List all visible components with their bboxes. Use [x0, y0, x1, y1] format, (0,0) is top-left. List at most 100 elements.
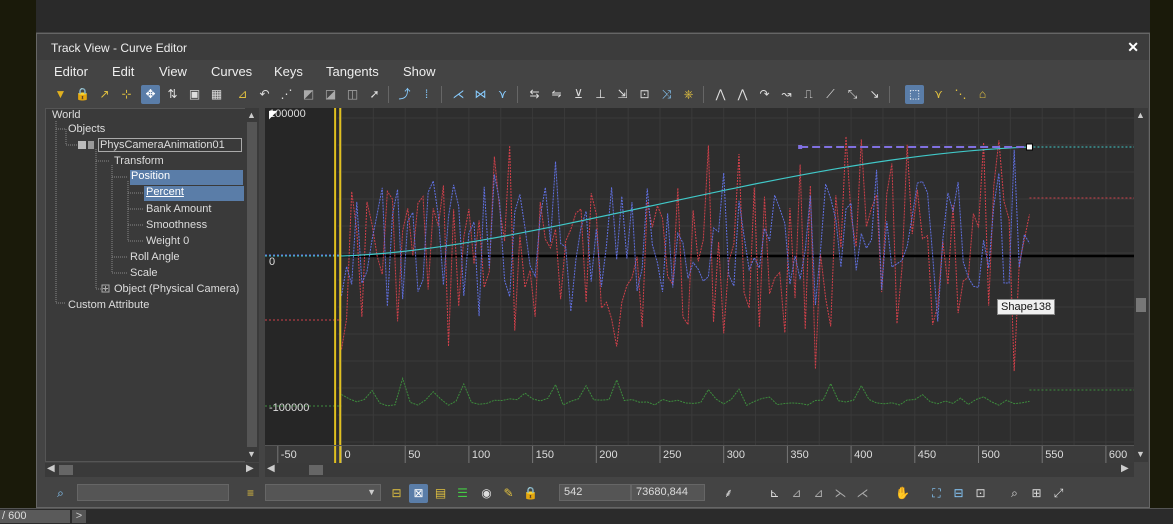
zoom-value-icon[interactable]: ⇲ — [613, 85, 632, 104]
tree-item-roll-angle[interactable]: Roll Angle — [130, 251, 180, 263]
tree-vertical-scrollbar[interactable]: ▲ ▼ — [245, 108, 259, 462]
tree-item-objects[interactable]: Objects — [68, 123, 105, 135]
zoom-time-tool-icon[interactable]: ⊿ — [809, 484, 828, 503]
lock-icon[interactable]: 🔒 — [73, 85, 92, 104]
slide-keys-icon[interactable]: ⊹ — [117, 85, 136, 104]
zoom-selected-icon[interactable]: ⌕ — [51, 484, 70, 503]
set-key-icon[interactable]: ⊟ — [387, 484, 406, 503]
tree-horizontal-scrollbar[interactable]: ◀ ▶ — [45, 463, 259, 477]
zoom-region-tool-icon[interactable]: ⊞ — [1027, 484, 1046, 503]
zoom-curve-icon[interactable]: ⊿ — [787, 484, 806, 503]
linear-tangent-icon[interactable]: ⟋ — [821, 85, 840, 104]
out-of-range-icon[interactable]: ⋎ — [493, 85, 512, 104]
scroll-thumb[interactable] — [59, 465, 73, 475]
break-tangents-icon[interactable]: ⋎ — [929, 85, 948, 104]
curve-vertical-scrollbar[interactable]: ▲ ▼ — [1134, 108, 1148, 462]
frame-all-icon[interactable]: ⛶ — [927, 484, 946, 503]
unify-tangents-icon[interactable]: ⋱ — [951, 85, 970, 104]
selection-dropdown[interactable]: ▼ — [265, 484, 381, 501]
zoom-extents-icon[interactable]: ⊻ — [569, 85, 588, 104]
zoom-region-icon[interactable]: ⊡ — [635, 85, 654, 104]
scroll-left-icon[interactable]: ◀ — [267, 463, 275, 474]
spline-tangent-icon[interactable]: ⋀ — [733, 85, 752, 104]
ease-curve-icon[interactable]: ⋌ — [449, 85, 468, 104]
track-filter-field[interactable] — [77, 484, 229, 501]
slow-tangent-icon[interactable]: ↝ — [777, 85, 796, 104]
tree-item-bank-amount[interactable]: Bank Amount — [146, 203, 211, 215]
reduce-keys-icon[interactable]: ⋰ — [277, 85, 296, 104]
tree-item-percent[interactable]: Percent — [144, 186, 244, 201]
step-tangent-icon[interactable]: ⎍ — [799, 85, 818, 104]
curve-canvas[interactable] — [265, 108, 1134, 445]
title-bar[interactable]: Track View - Curve Editor ✕ — [37, 34, 1149, 60]
normalize-icon[interactable]: ⤨ — [657, 85, 676, 104]
select-icon[interactable]: ➚ — [365, 85, 384, 104]
filter-icon[interactable]: ▼ — [51, 85, 70, 104]
scroll-up-icon[interactable]: ▲ — [247, 110, 256, 120]
region-icon[interactable]: ▣ — [185, 85, 204, 104]
show-selected-icon[interactable]: ◉ — [477, 484, 496, 503]
scroll-thumb[interactable] — [309, 465, 323, 475]
menu-show[interactable]: Show — [403, 64, 436, 79]
custom-tangent-icon[interactable]: ↘ — [865, 85, 884, 104]
lock-selection-icon[interactable]: 🔒 — [521, 484, 540, 503]
time-slider-bar[interactable] — [0, 508, 1173, 524]
key-entry-icon[interactable]: ⸙ — [719, 484, 738, 503]
pan-curve-icon[interactable]: ⊾ — [765, 484, 784, 503]
value-field[interactable]: 73680,844 — [631, 484, 705, 501]
tree-item-camera[interactable]: PhysCameraAnimation01 — [98, 138, 242, 152]
tree-item-scale[interactable]: Scale — [130, 267, 158, 279]
menu-keys[interactable]: Keys — [274, 64, 303, 79]
move-keys-icon[interactable]: ↗ — [95, 85, 114, 104]
zoom-extents-tool-icon[interactable]: ⋌ — [853, 484, 872, 503]
isolate-curve-icon[interactable]: ⤴ — [395, 85, 414, 104]
tree-item-object[interactable]: Object (Physical Camera) — [114, 283, 239, 295]
zoom-time-icon[interactable]: ⊥ — [591, 85, 610, 104]
scroll-thumb[interactable] — [247, 122, 257, 447]
zoom-icon[interactable]: ⌕ — [1005, 484, 1024, 503]
frame-field[interactable]: 542 — [559, 484, 631, 501]
scroll-left-icon[interactable]: ◀ — [47, 463, 55, 474]
fast-tangent-icon[interactable]: ↷ — [755, 85, 774, 104]
scroll-down-icon[interactable]: ▼ — [1136, 449, 1145, 459]
show-keys-icon[interactable]: ⬚ — [905, 85, 924, 104]
pan-icon[interactable]: ✋ — [893, 484, 912, 503]
fit-region-icon[interactable]: ⊡ — [971, 484, 990, 503]
menu-edit[interactable]: Edit — [112, 64, 134, 79]
smooth-tangent-icon[interactable]: ⤡ — [843, 85, 862, 104]
scale-keys-icon[interactable]: ⇅ — [163, 85, 182, 104]
tree-item-smoothness[interactable]: Smoothness — [146, 219, 207, 231]
lock-tangents-icon[interactable]: ⌂ — [973, 85, 992, 104]
scroll-down-icon[interactable]: ▼ — [247, 449, 256, 459]
frame-selection-icon[interactable]: ⊟ — [949, 484, 968, 503]
menu-curves[interactable]: Curves — [211, 64, 252, 79]
auto-key-icon[interactable]: ⊠ — [409, 484, 428, 503]
frame-vertical-icon[interactable]: ⇋ — [547, 85, 566, 104]
tree-item-weight[interactable]: Weight 0 — [146, 235, 189, 247]
show-tangents-icon[interactable]: ⁞ — [417, 85, 436, 104]
add-key-icon[interactable]: ⊿ — [233, 85, 252, 104]
zoom-all-icon[interactable]: ⤢ — [1049, 484, 1068, 503]
frame-horizontal-icon[interactable]: ⇆ — [525, 85, 544, 104]
layers-icon[interactable]: ☰ — [453, 484, 472, 503]
key-filters-icon[interactable]: ▤ — [431, 484, 450, 503]
close-button[interactable]: ✕ — [1127, 39, 1139, 56]
tree-item-position[interactable]: Position — [130, 170, 243, 185]
tree-item-world[interactable]: World — [52, 109, 81, 121]
parameter-curve-icon[interactable]: ⎈ — [679, 85, 698, 104]
menu-tangents[interactable]: Tangents — [326, 64, 379, 79]
auto-tangent-icon[interactable]: ⋀ — [711, 85, 730, 104]
retime-icon[interactable]: ▦ — [207, 85, 226, 104]
menu-editor[interactable]: Editor — [54, 64, 88, 79]
scroll-right-icon[interactable]: ▶ — [246, 463, 254, 474]
next-frame-button[interactable]: > — [72, 510, 86, 523]
zoom-value-tool-icon[interactable]: ⋋ — [831, 484, 850, 503]
scroll-right-icon[interactable]: ▶ — [1121, 463, 1129, 474]
move-keys-horizontal-icon[interactable]: ✥ — [141, 85, 160, 104]
menu-view[interactable]: View — [159, 64, 187, 79]
scroll-up-icon[interactable]: ▲ — [1136, 110, 1145, 120]
multiplier-curve-icon[interactable]: ⋈ — [471, 85, 490, 104]
curve-horizontal-scrollbar[interactable]: ◀ ▶ — [265, 463, 1134, 477]
time-ruler[interactable]: -50 0 50 100 150 200 250 300 350 400 450 500 550 600 — [265, 445, 1134, 463]
tree-item-transform[interactable]: Transform — [114, 155, 164, 167]
